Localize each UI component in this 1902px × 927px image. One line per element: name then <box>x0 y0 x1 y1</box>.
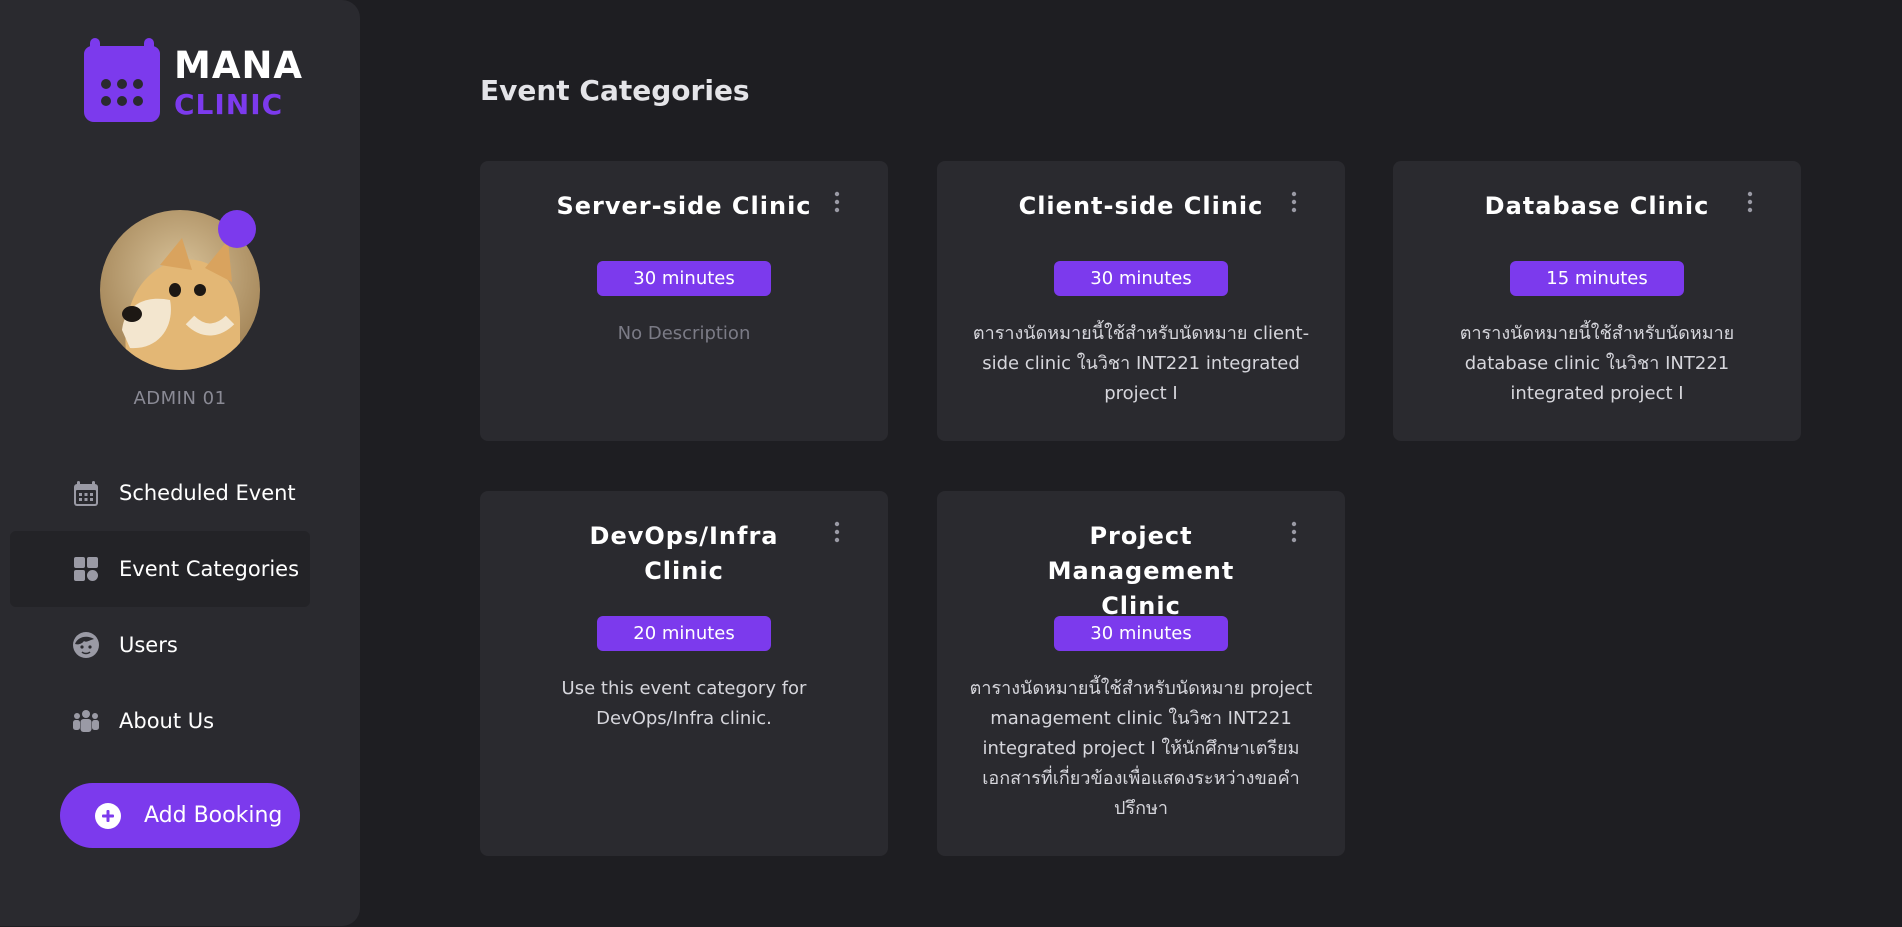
status-indicator <box>218 210 256 248</box>
card-title: Project Management Clinic <box>1047 522 1235 620</box>
more-vertical-icon[interactable] <box>830 189 844 215</box>
more-vertical-icon[interactable] <box>1743 189 1757 215</box>
page-title: Event Categories <box>480 74 750 107</box>
sidebar-item-label: Users <box>119 633 178 657</box>
grid-icon <box>74 557 98 581</box>
card-title: Database Clinic <box>1484 192 1710 220</box>
calendar-icon <box>74 481 98 506</box>
category-card-server-side[interactable]: Server-side Clinic 30 minutes No Descrip… <box>480 161 888 441</box>
sidebar-item-label: About Us <box>119 709 215 733</box>
logo-title: MANA <box>174 44 304 87</box>
card-title: DevOps/Infra Clinic <box>589 522 779 585</box>
group-icon <box>73 710 99 732</box>
card-description: No Description <box>617 323 751 344</box>
duration-badge: 30 minutes <box>597 261 771 296</box>
calendar-logo-icon <box>84 38 160 122</box>
duration-badge: 30 minutes <box>1054 616 1228 651</box>
duration-badge: 30 minutes <box>1054 261 1228 296</box>
card-title: Server-side Clinic <box>556 192 812 220</box>
card-description: ตารางนัดหมายนี้ใช้สำหรับนัดหมาย database… <box>1459 323 1735 404</box>
sidebar-item-users[interactable]: Users <box>10 607 310 683</box>
sidebar-item-scheduled-event[interactable]: Scheduled Event <box>10 455 310 531</box>
category-card-devops-infra[interactable]: DevOps/Infra Clinic 20 minutes Use this … <box>480 491 888 856</box>
category-card-database[interactable]: Database Clinic 15 minutes ตารางนัดหมายน… <box>1393 161 1801 441</box>
card-description: ตารางนัดหมายนี้ใช้สำหรับนัดหมาย project … <box>969 678 1313 819</box>
duration-badge: 15 minutes <box>1510 261 1684 296</box>
card-description: Use this event category for DevOps/Infra… <box>561 678 807 729</box>
admin-name: ADMIN 01 <box>133 388 227 409</box>
more-vertical-icon[interactable] <box>1287 189 1301 215</box>
more-vertical-icon[interactable] <box>1287 519 1301 545</box>
add-booking-label: Add Booking <box>144 803 283 828</box>
sidebar-item-event-categories[interactable]: Event Categories <box>10 531 310 607</box>
card-description: ตารางนัดหมายนี้ใช้สำหรับนัดหมาย client-s… <box>972 323 1310 404</box>
sidebar: MANA CLINIC ADMIN 01 Scheduled Event Eve… <box>0 0 360 926</box>
logo-subtitle: CLINIC <box>174 88 284 121</box>
logo[interactable]: MANA CLINIC <box>82 38 303 124</box>
plus-circle-icon <box>95 802 121 829</box>
add-booking-button[interactable]: Add Booking <box>60 783 300 848</box>
sidebar-item-label: Scheduled Event <box>119 481 296 505</box>
category-card-project-management[interactable]: Project Management Clinic 30 minutes ตาร… <box>937 491 1345 856</box>
sidebar-item-label: Event Categories <box>119 557 300 581</box>
category-card-client-side[interactable]: Client-side Clinic 30 minutes ตารางนัดหม… <box>937 161 1345 441</box>
profile <box>100 210 260 370</box>
sidebar-nav: Scheduled Event Event Categories Users A… <box>10 455 310 759</box>
sidebar-item-about-us[interactable]: About Us <box>10 683 310 759</box>
duration-badge: 20 minutes <box>597 616 771 651</box>
more-vertical-icon[interactable] <box>830 519 844 545</box>
app-root: MANA CLINIC ADMIN 01 Scheduled Event Eve… <box>0 0 1902 927</box>
user-face-icon <box>73 632 99 658</box>
card-title: Client-side Clinic <box>1018 192 1264 220</box>
